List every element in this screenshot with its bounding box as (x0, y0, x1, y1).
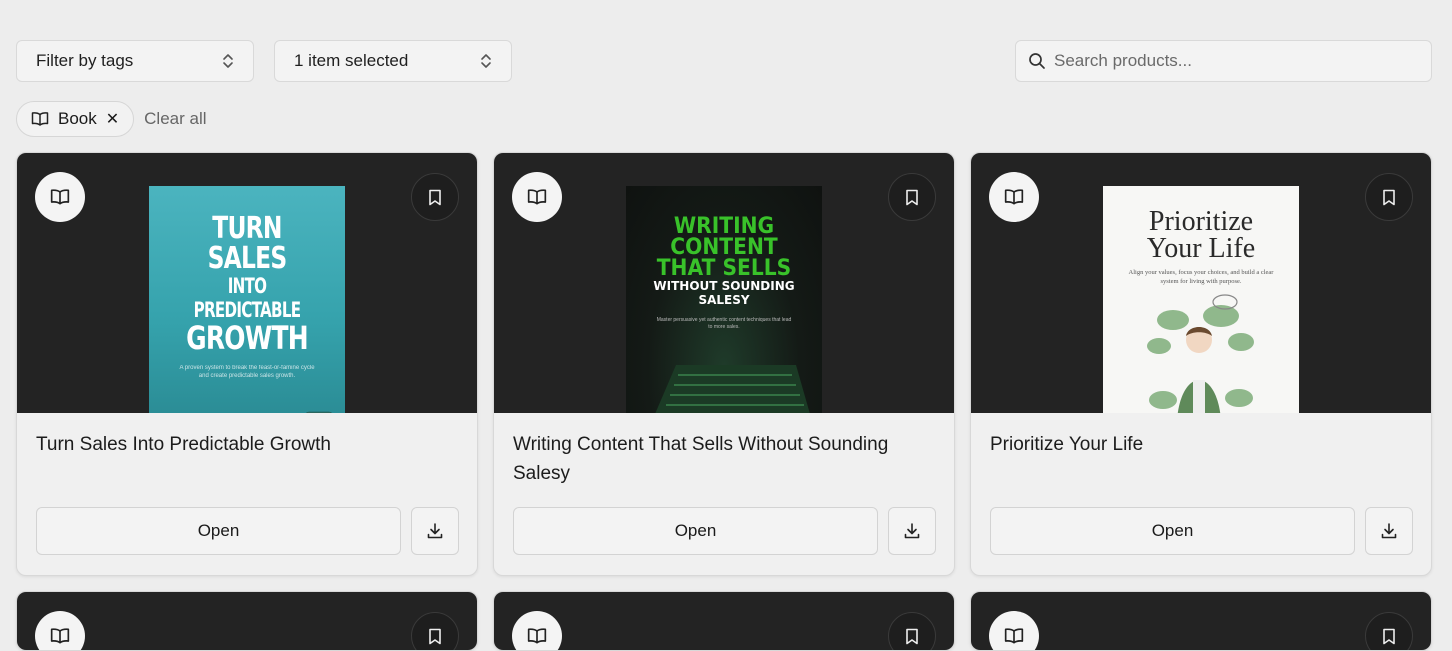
bookmark-button[interactable] (888, 173, 936, 221)
cover-title-line: Your Life (1146, 233, 1256, 264)
tag-chip-label: Book (58, 109, 97, 128)
book-cover: Prioritize Your Life Align your values, … (1103, 186, 1299, 413)
product-card-partial (16, 591, 478, 651)
product-card-partial (970, 591, 1432, 651)
cover-subtitle: A proven system to break the feast-or-fa… (179, 365, 315, 379)
cover-title-line: THAT SELLS (656, 256, 792, 281)
cover-title-line: INTO PREDICTABLE (193, 274, 301, 322)
open-button[interactable]: Open (36, 507, 401, 555)
book-icon (50, 189, 70, 205)
items-select[interactable]: 1 item selected (274, 40, 512, 82)
product-type-badge (512, 611, 562, 650)
download-button[interactable] (1365, 507, 1413, 555)
cover-title-line: SALESY (698, 293, 750, 307)
product-title: Writing Content That Sells Without Sound… (513, 434, 889, 484)
tags-filter-label: Filter by tags (36, 51, 134, 70)
download-button[interactable] (411, 507, 459, 555)
bookmark-icon (429, 189, 441, 205)
cover-title-line: GROWTH (186, 319, 308, 357)
download-icon (1381, 523, 1397, 539)
product-hero: Prioritize Your Life Align your values, … (971, 153, 1431, 413)
search-icon (1029, 53, 1045, 69)
bookmark-icon (429, 628, 441, 644)
glowing-page-illustration (655, 365, 810, 413)
search-input[interactable] (1054, 51, 1419, 71)
product-hero: TURN SALES INTO PREDICTABLE GROWTH A pro… (17, 153, 477, 413)
bookmark-button[interactable] (888, 612, 936, 650)
cover-subtitle: Align your values, focus your choices, a… (1128, 269, 1274, 285)
bookmark-button[interactable] (1365, 612, 1413, 650)
product-hero: WRITING CONTENT THAT SELLS WITHOUT SOUND… (494, 153, 954, 413)
download-button[interactable] (888, 507, 936, 555)
person-with-plants-illustration (1147, 294, 1254, 413)
bookmark-button[interactable] (411, 173, 459, 221)
tag-chip-book[interactable]: Book ✕ (16, 101, 135, 137)
book-icon (527, 189, 547, 205)
bookmark-icon (1383, 628, 1395, 644)
tags-filter-select[interactable]: Filter by tags (16, 40, 254, 82)
product-hero (494, 592, 954, 650)
cover-title-line: Prioritize (1148, 206, 1254, 237)
book-cover: TURN SALES INTO PREDICTABLE GROWTH A pro… (149, 186, 345, 413)
product-type-badge (989, 611, 1039, 650)
product-title: Turn Sales Into Predictable Growth (36, 434, 331, 455)
open-button[interactable]: Open (990, 507, 1355, 555)
download-icon (427, 523, 443, 539)
product-card: Prioritize Your Life Align your values, … (970, 152, 1432, 576)
bookmark-icon (1383, 189, 1395, 205)
items-select-label: 1 item selected (294, 51, 409, 70)
coin-stacks-illustration (305, 411, 333, 413)
bookmark-icon (906, 628, 918, 644)
book-icon (1004, 628, 1024, 644)
product-hero (17, 592, 477, 650)
product-type-badge (512, 172, 562, 222)
chevron-up-down-icon (481, 54, 491, 68)
product-card: TURN SALES INTO PREDICTABLE GROWTH A pro… (16, 152, 478, 576)
product-title: Prioritize Your Life (990, 434, 1144, 455)
filter-toolbar: Filter by tags 1 item selected (16, 40, 1432, 82)
active-tags: Book ✕ Clear all (16, 101, 207, 137)
product-type-badge (35, 172, 85, 222)
cover-subtitle: Master persuasive yet authentic content … (656, 317, 792, 330)
book-icon (31, 112, 49, 126)
cover-title-line: WRITING (673, 214, 775, 239)
search-box (1015, 40, 1432, 82)
download-icon (904, 523, 920, 539)
open-button[interactable]: Open (513, 507, 878, 555)
bookmark-button[interactable] (1365, 173, 1413, 221)
close-icon[interactable]: ✕ (106, 109, 119, 129)
cover-title-line: TURN SALES (207, 211, 288, 276)
book-icon (1004, 189, 1024, 205)
book-icon (50, 628, 70, 644)
product-hero (971, 592, 1431, 650)
cover-title-line: CONTENT (670, 235, 778, 260)
clear-all-link[interactable]: Clear all (144, 109, 206, 129)
chevron-up-down-icon (223, 54, 233, 68)
product-card-partial (493, 591, 955, 651)
book-icon (527, 628, 547, 644)
product-type-badge (989, 172, 1039, 222)
product-card: WRITING CONTENT THAT SELLS WITHOUT SOUND… (493, 152, 955, 576)
bookmark-button[interactable] (411, 612, 459, 650)
bookmark-icon (906, 189, 918, 205)
book-cover: WRITING CONTENT THAT SELLS WITHOUT SOUND… (626, 186, 822, 413)
product-type-badge (35, 611, 85, 650)
cover-title-line: WITHOUT SOUNDING (653, 279, 795, 293)
